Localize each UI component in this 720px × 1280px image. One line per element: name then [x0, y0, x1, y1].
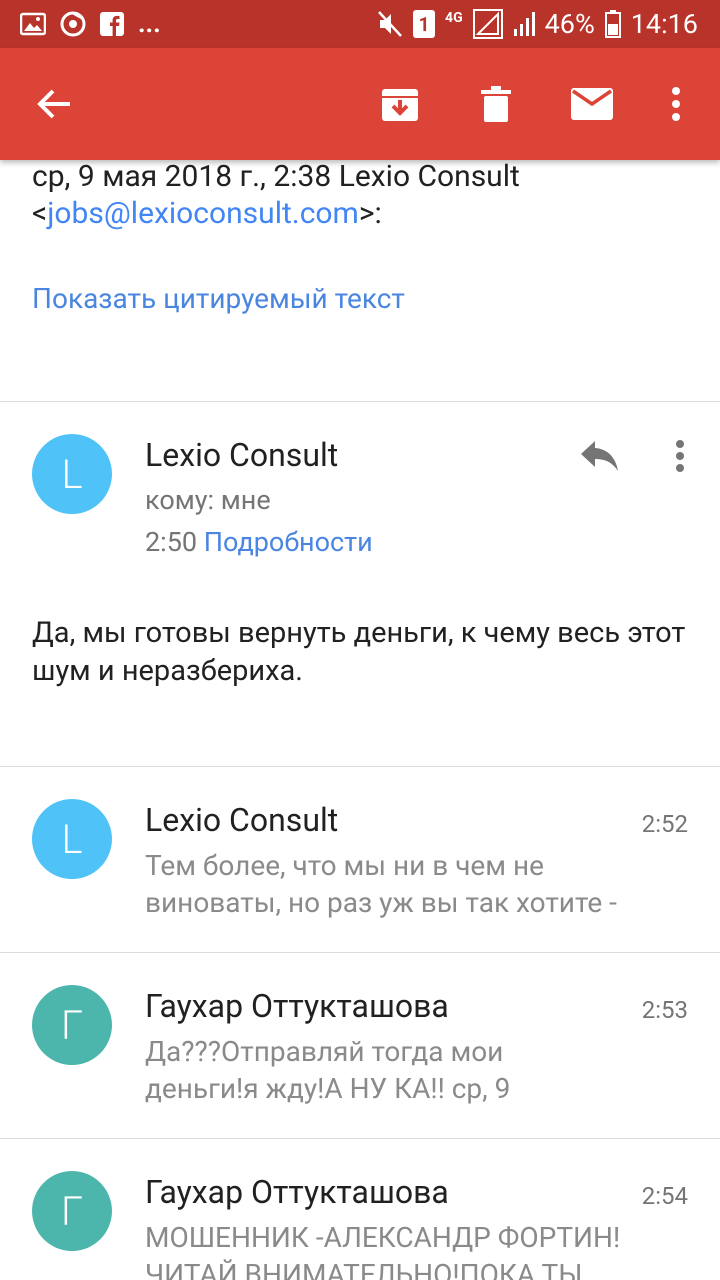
delete-icon — [481, 86, 511, 122]
signal-icon — [472, 9, 503, 39]
mark-unread-button[interactable] — [556, 48, 628, 160]
status-notifications: ... — [20, 10, 161, 38]
archive-icon — [382, 89, 418, 121]
recipient-line: кому: мне — [145, 484, 271, 516]
message-time: 2:50 — [145, 526, 198, 558]
quoted-email-link[interactable]: jobs@lexioconsult.com — [47, 196, 359, 231]
message-more-button[interactable] — [660, 426, 700, 486]
quoted-close: >: — [358, 196, 382, 231]
network-type: 4G — [445, 10, 463, 26]
details-link[interactable]: Подробности — [204, 526, 373, 558]
more-options-button[interactable] — [640, 48, 712, 160]
message-snippet: Да???Отправляй тогда мои деньги!я жду!А … — [145, 1033, 685, 1107]
snippet-line: МОШЕННИК -АЛЕКСАНДР ФОРТИН! — [145, 1221, 621, 1254]
time-details-line: 2:50 Подробности — [145, 526, 373, 558]
show-quoted-text-link[interactable]: Показать цитируемый текст — [32, 282, 405, 315]
toolbar — [0, 48, 720, 160]
message-snippet: МОШЕННИК -АЛЕКСАНДР ФОРТИН! ЧИТАЙ ВНИМАТ… — [145, 1219, 685, 1280]
sender-name: Гаухар Оттукташова — [145, 987, 449, 1025]
battery-icon — [604, 10, 621, 38]
snippet-line: деньги!я жду!А НУ КА!! ср, 9 — [145, 1072, 511, 1105]
quoted-open-bracket: < — [32, 196, 48, 231]
message-time: 2:54 — [641, 1182, 688, 1210]
delete-button[interactable] — [460, 48, 532, 160]
back-button[interactable] — [18, 48, 90, 160]
snippet-line: Тем более, что мы ни в чем не — [145, 849, 544, 882]
message-time: 2:53 — [641, 996, 688, 1024]
message-time: 2:52 — [641, 810, 688, 838]
sender-name: Гаухар Оттукташова — [145, 1173, 449, 1211]
signal-strength-icon — [513, 12, 535, 36]
snippet-line: ЧИТАЙ ВНИМАТЕЛЬНО!ПОКА ТЫ — [145, 1258, 583, 1280]
collapsed-message[interactable]: Г Гаухар Оттукташова 2:54 МОШЕННИК -АЛЕК… — [0, 1139, 720, 1280]
conversation-view: ср, 9 мая 2018 г., 2:38 Lexio Consult <j… — [0, 160, 720, 1280]
avatar[interactable]: L — [32, 799, 112, 879]
quoted-header-text: ср, 9 мая 2018 г., 2:38 Lexio Consult — [32, 160, 520, 194]
reply-icon — [581, 441, 618, 471]
sender-name: Lexio Consult — [145, 801, 339, 839]
status-indicators: 1 4G 46% 14:16 — [377, 6, 698, 42]
snippet-line: Да???Отправляй тогда мои — [145, 1035, 504, 1068]
chrome-icon — [60, 11, 86, 37]
sender-name: Lexio Consult — [145, 436, 339, 474]
more-vert-icon — [676, 440, 684, 472]
divider — [0, 401, 720, 402]
avatar[interactable]: Г — [32, 985, 112, 1065]
mute-icon — [378, 11, 402, 37]
mark-unread-icon — [571, 88, 613, 120]
clock: 14:16 — [630, 8, 698, 40]
avatar[interactable]: L — [32, 434, 112, 514]
gallery-icon — [20, 12, 46, 36]
notification-count-badge: 1 — [413, 10, 436, 38]
message-body: Да, мы готовы вернуть деньги, к чему вес… — [32, 616, 686, 688]
more-notifications: ... — [138, 9, 161, 39]
collapsed-message[interactable]: L Lexio Consult 2:52 Тем более, что мы н… — [0, 767, 720, 952]
snippet-line: виноваты, но раз уж вы так хотите - — [145, 886, 617, 919]
status-bar: ... 1 4G 46% 14:16 — [0, 0, 720, 48]
battery-percent: 46% — [544, 8, 595, 40]
quoted-header: ср, 9 мая 2018 г., 2:38 Lexio Consult <j… — [32, 160, 692, 232]
facebook-icon — [100, 12, 124, 36]
reply-button[interactable] — [570, 426, 630, 486]
archive-button[interactable] — [364, 48, 436, 160]
back-arrow-icon — [37, 89, 70, 119]
message-snippet: Тем более, что мы ни в чем не виноваты, … — [145, 847, 685, 921]
avatar[interactable]: Г — [32, 1171, 112, 1251]
collapsed-message[interactable]: Г Гаухар Оттукташова 2:53 Да???Отправляй… — [0, 953, 720, 1138]
more-vert-icon — [672, 87, 680, 121]
